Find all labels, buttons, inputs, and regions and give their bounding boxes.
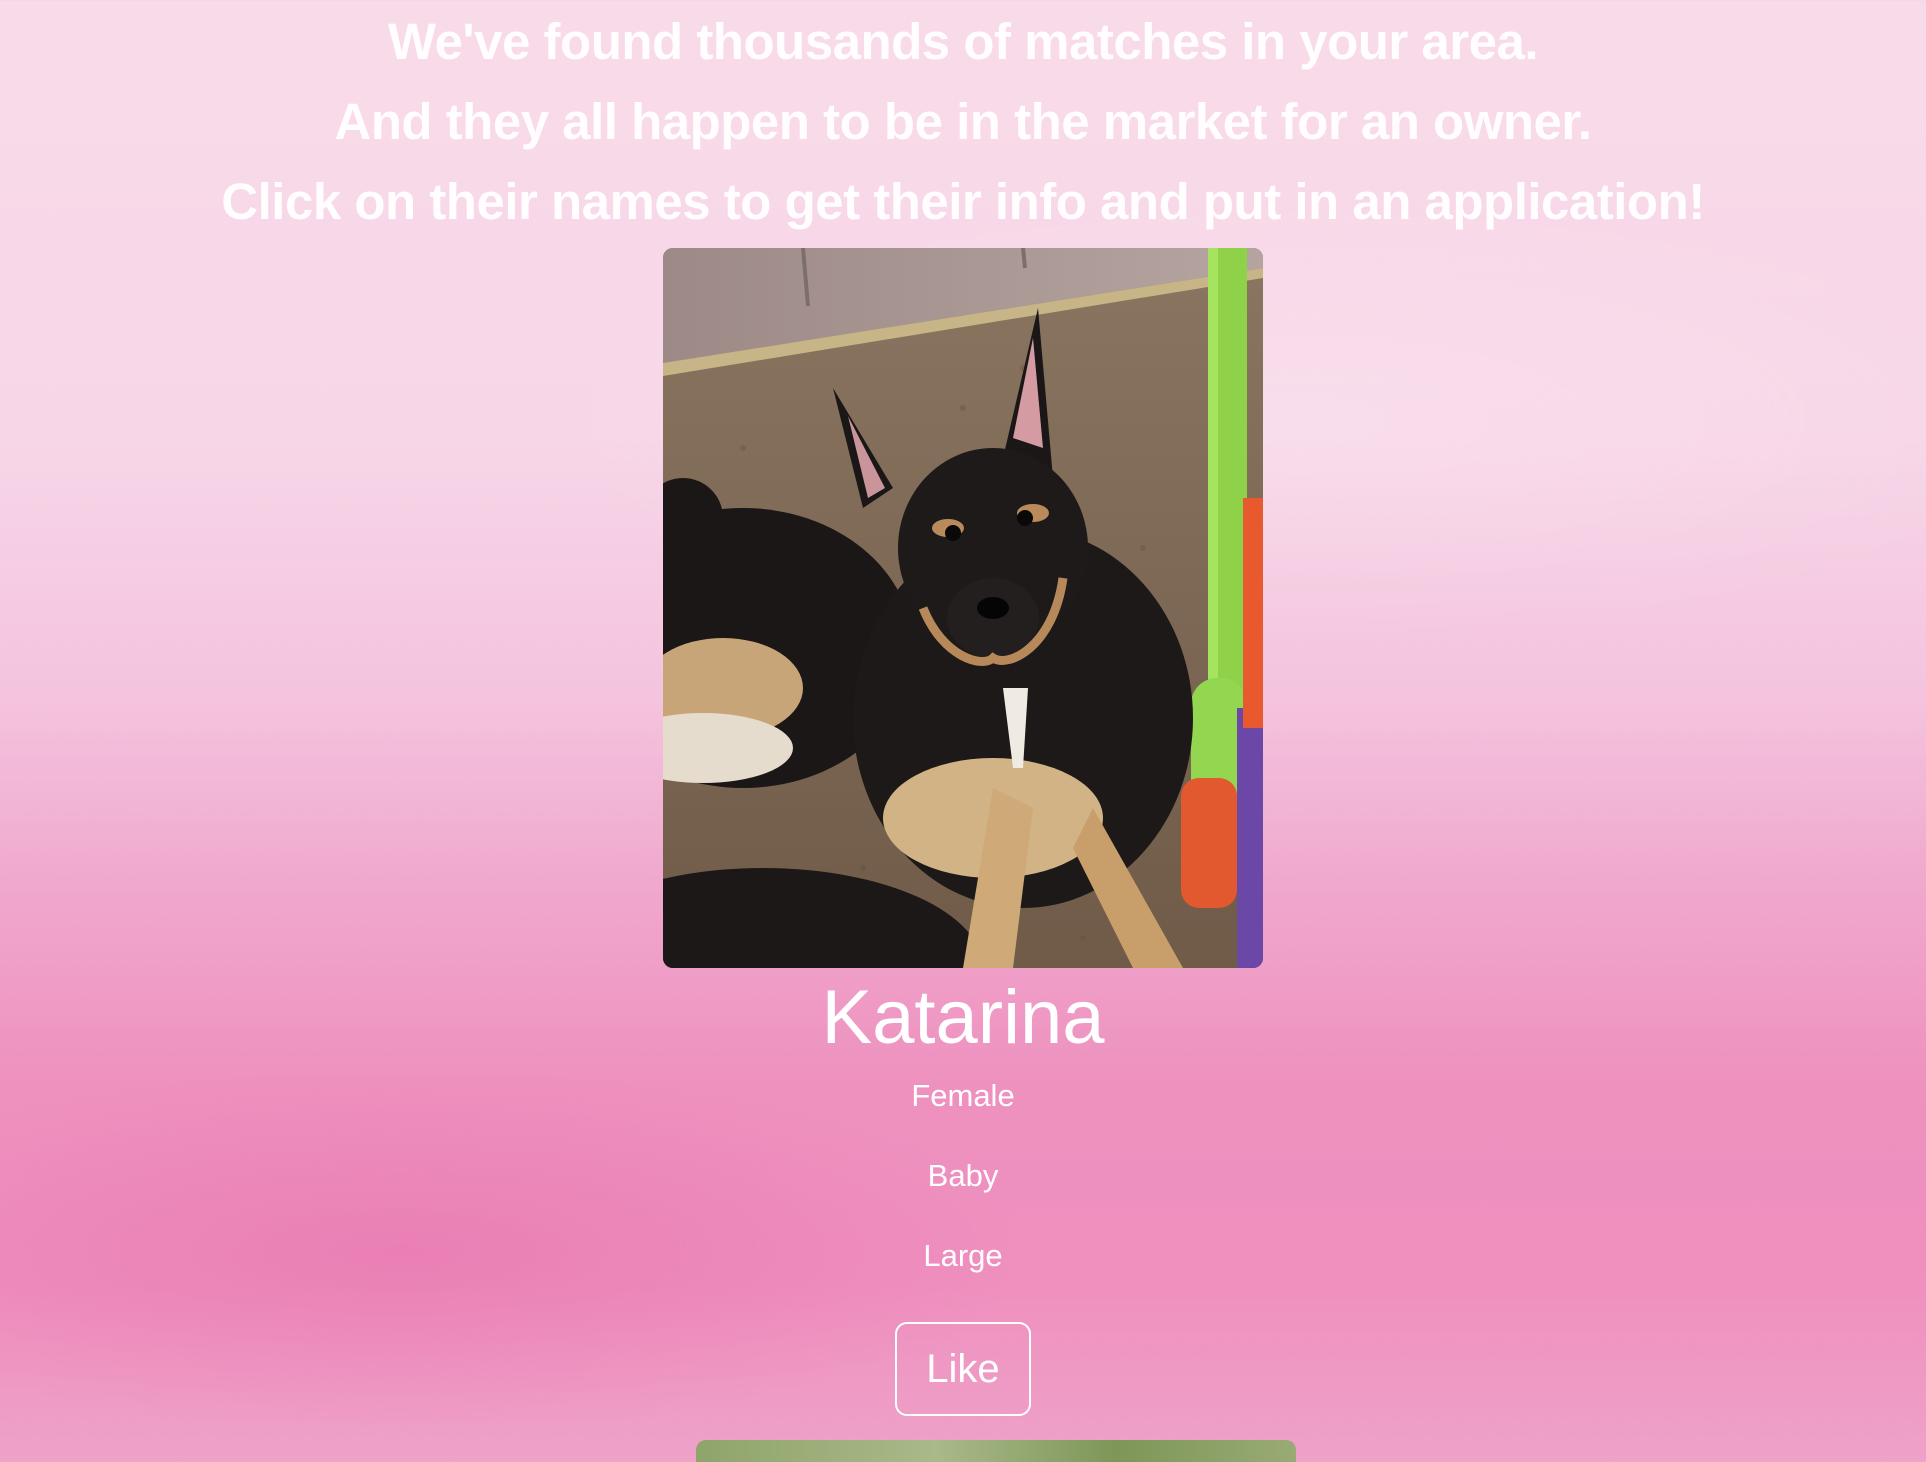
intro-line-2: And they all happen to be in the market …	[334, 93, 1592, 150]
intro-text: We've found thousands of matches in your…	[0, 0, 1926, 242]
intro-line-3: Click on their names to get their info a…	[221, 173, 1705, 230]
intro-line-1: We've found thousands of matches in your…	[387, 13, 1539, 70]
page: We've found thousands of matches in your…	[0, 0, 1926, 1462]
pet-name-link[interactable]: Katarina	[0, 972, 1926, 1064]
pet-size: Large	[923, 1238, 1003, 1273]
next-pet-photo	[696, 1440, 1296, 1462]
pet-gender: Female	[911, 1078, 1015, 1113]
like-button[interactable]: Like	[895, 1322, 1031, 1416]
pet-card: Katarina Female Baby Large Like	[0, 248, 1926, 1416]
pet-age: Baby	[927, 1158, 999, 1193]
pet-photo	[663, 248, 1263, 968]
